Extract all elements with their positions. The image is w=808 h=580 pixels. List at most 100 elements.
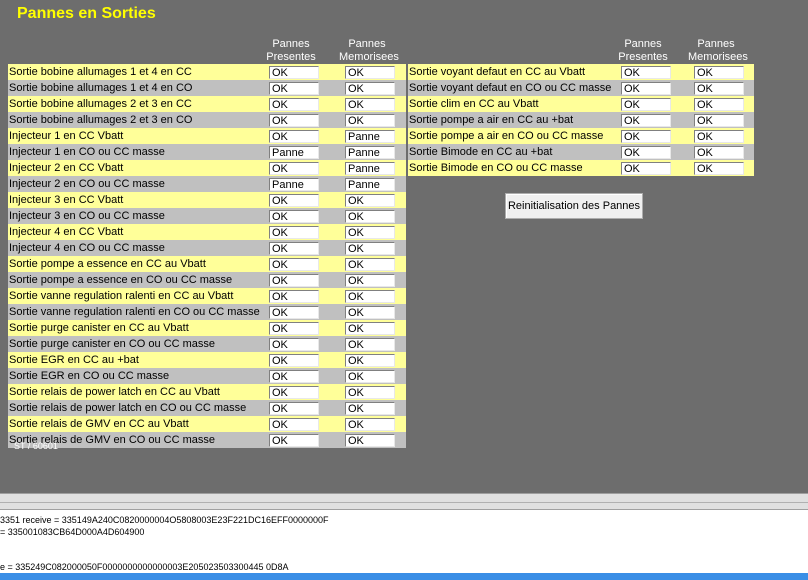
row-label: Sortie relais de power latch en CC au Vb… xyxy=(9,386,220,398)
memorised-fault-field[interactable]: Panne xyxy=(345,146,395,159)
table-row: Sortie relais de power latch en CC au Vb… xyxy=(8,384,406,400)
memorised-fault-field[interactable]: OK xyxy=(345,194,395,207)
row-label: Injecteur 3 en CC Vbatt xyxy=(9,194,124,206)
row-label: Sortie relais de GMV en CC au Vbatt xyxy=(9,418,189,430)
memorised-fault-field[interactable]: OK xyxy=(345,66,395,79)
memorised-fault-field[interactable]: OK xyxy=(345,418,395,431)
present-fault-field[interactable]: OK xyxy=(269,370,319,383)
log-line: e = 335249C082000050F0000000000000003E20… xyxy=(0,562,289,572)
memorised-fault-field[interactable]: OK xyxy=(345,290,395,303)
present-fault-field[interactable]: OK xyxy=(621,82,671,95)
present-fault-field[interactable]: Panne xyxy=(269,178,319,191)
present-fault-field[interactable]: OK xyxy=(269,66,319,79)
row-label: Sortie Bimode en CC au +bat xyxy=(409,146,553,158)
table-row: Sortie purge canister en CC au Vbatt OK OK xyxy=(8,320,406,336)
present-fault-field[interactable]: OK xyxy=(269,226,319,239)
outputs-panel-right: Sortie voyant defaut en CC au Vbatt OK OK S… xyxy=(408,64,754,176)
present-fault-field[interactable]: OK xyxy=(621,114,671,127)
memorised-fault-field[interactable]: OK xyxy=(345,370,395,383)
present-fault-field[interactable]: OK xyxy=(621,162,671,175)
row-label: Injecteur 2 en CC Vbatt xyxy=(9,162,124,174)
memorised-fault-field[interactable]: OK xyxy=(345,274,395,287)
memorised-fault-field[interactable]: OK xyxy=(694,162,744,175)
table-row: Sortie voyant defaut en CC au Vbatt OK OK xyxy=(408,64,754,80)
table-row: Sortie pompe a essence en CO ou CC masse… xyxy=(8,272,406,288)
memorised-fault-field[interactable]: OK xyxy=(694,98,744,111)
memorised-fault-field[interactable]: OK xyxy=(345,322,395,335)
outputs-panel-left: Sortie bobine allumages 1 et 4 en CC OK OK… xyxy=(8,64,406,448)
row-label: Injecteur 4 en CO ou CC masse xyxy=(9,242,165,254)
header-line: Pannes xyxy=(348,38,386,50)
present-fault-field[interactable]: OK xyxy=(621,130,671,143)
present-fault-field[interactable]: OK xyxy=(621,98,671,111)
row-label: Sortie vanne regulation ralenti en CO ou… xyxy=(9,306,260,318)
memorised-fault-field[interactable]: Panne xyxy=(345,178,395,191)
present-fault-field[interactable]: OK xyxy=(269,114,319,127)
memorised-fault-field[interactable]: OK xyxy=(345,114,395,127)
present-fault-field[interactable]: OK xyxy=(269,242,319,255)
memorised-fault-field[interactable]: OK xyxy=(345,210,395,223)
present-fault-field[interactable]: OK xyxy=(269,162,319,175)
memorised-fault-field[interactable]: Panne xyxy=(345,130,395,143)
reset-faults-button[interactable]: Reinitialisation des Pannes xyxy=(505,193,643,219)
splitter-bar[interactable] xyxy=(0,493,808,509)
memorised-fault-field[interactable]: OK xyxy=(345,242,395,255)
present-fault-field[interactable]: OK xyxy=(269,306,319,319)
memorised-fault-field[interactable]: OK xyxy=(345,354,395,367)
memorised-fault-field[interactable]: OK xyxy=(345,402,395,415)
table-row: Sortie bobine allumages 2 et 3 en CC OK OK xyxy=(8,96,406,112)
row-label: Injecteur 2 en CO ou CC masse xyxy=(9,178,165,190)
memorised-fault-field[interactable]: OK xyxy=(345,306,395,319)
row-label: Sortie pompe a air en CO ou CC masse xyxy=(409,130,604,142)
memorised-fault-field[interactable]: OK xyxy=(694,82,744,95)
row-label: Sortie pompe a essence en CO ou CC masse xyxy=(9,274,233,286)
present-fault-field[interactable]: OK xyxy=(621,146,671,159)
present-fault-field[interactable]: OK xyxy=(269,322,319,335)
memorised-fault-field[interactable]: OK xyxy=(345,338,395,351)
present-fault-field[interactable]: Panne xyxy=(269,146,319,159)
header-line: Presentes xyxy=(618,51,668,63)
present-fault-field[interactable]: OK xyxy=(269,290,319,303)
row-label: Sortie purge canister en CC au Vbatt xyxy=(9,322,189,334)
memorised-fault-field[interactable]: OK xyxy=(694,114,744,127)
memorised-fault-field[interactable]: OK xyxy=(694,66,744,79)
present-fault-field[interactable]: OK xyxy=(269,194,319,207)
present-fault-field[interactable]: OK xyxy=(269,274,319,287)
table-row: Sortie pompe a air en CO ou CC masse OK OK xyxy=(408,128,754,144)
memorised-fault-field[interactable]: OK xyxy=(694,146,744,159)
present-fault-field[interactable]: OK xyxy=(269,386,319,399)
table-row: Sortie pompe a air en CC au +bat OK OK xyxy=(408,112,754,128)
memorised-fault-field[interactable]: OK xyxy=(345,98,395,111)
memorised-fault-field[interactable]: OK xyxy=(345,258,395,271)
present-fault-field[interactable]: OK xyxy=(269,418,319,431)
memorised-fault-field[interactable]: OK xyxy=(345,386,395,399)
table-row: Sortie Bimode en CC au +bat OK OK xyxy=(408,144,754,160)
log-line: 3351 receive = 335149A240C0820000004O580… xyxy=(0,515,329,525)
present-fault-field[interactable]: OK xyxy=(269,434,319,447)
log-area[interactable]: 3351 receive = 335149A240C0820000004O580… xyxy=(0,509,808,573)
present-fault-field[interactable]: OK xyxy=(269,402,319,415)
memorised-fault-field[interactable]: Panne xyxy=(345,162,395,175)
header-memorised-right: Pannes Memorisees xyxy=(688,38,748,64)
row-label: Sortie voyant defaut en CC au Vbatt xyxy=(409,66,586,78)
header-line: Pannes xyxy=(272,38,310,50)
present-fault-field[interactable]: OK xyxy=(621,66,671,79)
table-row: Sortie clim en CC au Vbatt OK OK xyxy=(408,96,754,112)
present-fault-field[interactable]: OK xyxy=(269,354,319,367)
present-fault-field[interactable]: OK xyxy=(269,130,319,143)
table-row: Sortie pompe a essence en CC au Vbatt OK O… xyxy=(8,256,406,272)
row-label: Injecteur 4 en CC Vbatt xyxy=(9,226,124,238)
row-label: Sortie bobine allumages 2 et 3 en CO xyxy=(9,114,193,126)
present-fault-field[interactable]: OK xyxy=(269,82,319,95)
memorised-fault-field[interactable]: OK xyxy=(345,82,395,95)
present-fault-field[interactable]: OK xyxy=(269,258,319,271)
table-row: Sortie vanne regulation ralenti en CO ou… xyxy=(8,304,406,320)
table-row: Sortie EGR en CC au +bat OK OK xyxy=(8,352,406,368)
memorised-fault-field[interactable]: OK xyxy=(345,434,395,447)
present-fault-field[interactable]: OK xyxy=(269,338,319,351)
table-row: Injecteur 3 en CO ou CC masse OK OK xyxy=(8,208,406,224)
present-fault-field[interactable]: OK xyxy=(269,210,319,223)
memorised-fault-field[interactable]: OK xyxy=(345,226,395,239)
memorised-fault-field[interactable]: OK xyxy=(694,130,744,143)
present-fault-field[interactable]: OK xyxy=(269,98,319,111)
